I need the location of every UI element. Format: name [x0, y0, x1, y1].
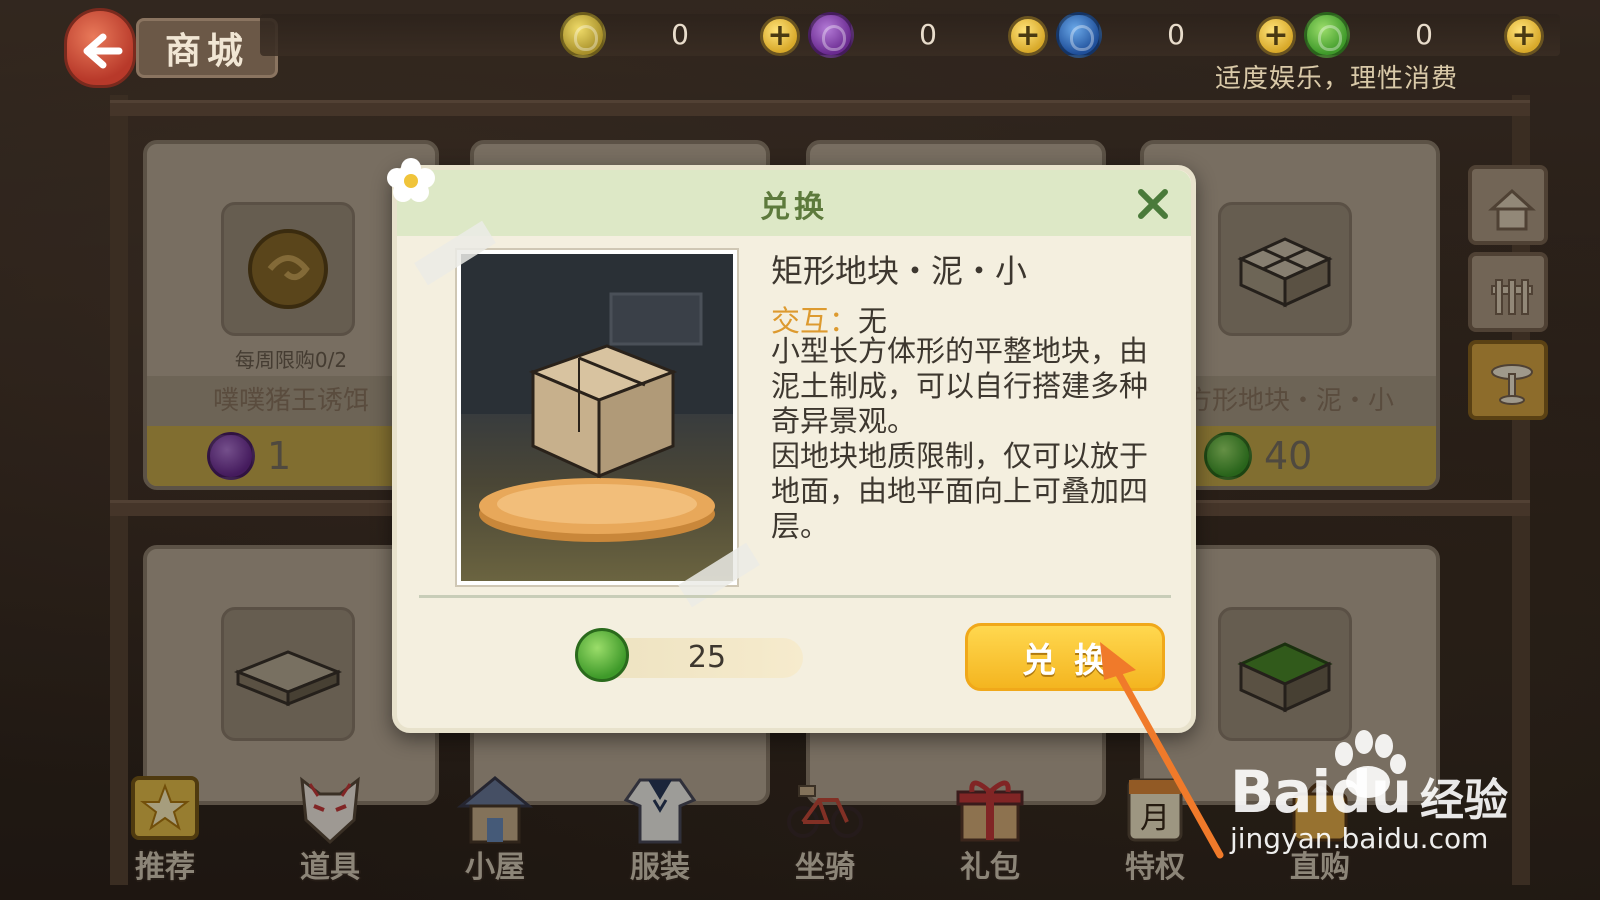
watermark-brand: Baidu	[1230, 758, 1412, 826]
exchange-dialog: 兑换 矩形地块・泥・小 交互：无 小型长方体形的平整地块，由泥土制成，可以自行搭…	[387, 158, 1196, 733]
add-green-currency-button[interactable]: +	[1504, 16, 1544, 56]
add-yellow-currency-button[interactable]: +	[760, 16, 800, 56]
page-title: 商城	[136, 18, 278, 78]
interaction-value: 无	[858, 304, 888, 338]
watermark-url: jingyan.baidu.com	[1230, 822, 1489, 855]
item-title: 矩形地块・泥・小	[771, 252, 1028, 290]
currency-blue: 0 +	[1056, 12, 1301, 58]
currency-value: 0	[919, 18, 937, 51]
moderation-notice: 适度娱乐，理性消费	[1215, 64, 1459, 94]
baidu-watermark: Baidu 经验 jingyan.baidu.com	[1230, 730, 1570, 860]
currency-purple: 0 +	[808, 12, 1053, 58]
purple-cabbage-coin-icon	[808, 12, 854, 58]
item-description: 小型长方体形的平整地块，由泥土制成，可以自行搭建多种奇异景观。 因地块地质限制，…	[771, 334, 1171, 544]
watermark-suffix: 经验	[1420, 775, 1508, 826]
yellow-leaf-coin-icon	[560, 12, 606, 58]
currency-value: 0	[671, 18, 689, 51]
description-paragraph: 因地块地质限制，仅可以放于地面，由地平面向上可叠加四层。	[771, 439, 1149, 543]
dialog-header: 兑换	[397, 170, 1191, 236]
description-paragraph: 小型长方体形的平整地块，由泥土制成，可以自行搭建多种奇异景观。	[771, 334, 1149, 438]
annotation-arrow-icon	[1100, 642, 1224, 859]
close-button[interactable]	[1135, 186, 1171, 222]
interaction-label: 交互：	[771, 304, 859, 338]
add-purple-currency-button[interactable]: +	[1008, 16, 1048, 56]
blue-cabbage-coin-icon	[1056, 12, 1102, 58]
item-preview	[457, 250, 737, 585]
back-arrow-icon	[83, 33, 123, 69]
currency-yellow: 0 +	[560, 12, 805, 58]
cost-value: 25	[687, 640, 727, 675]
green-cabbage-coin-icon	[1304, 12, 1350, 58]
close-icon	[1138, 189, 1168, 219]
currency-value: 0	[1167, 18, 1185, 51]
currency-value: 0	[1415, 18, 1433, 51]
green-cabbage-coin-icon	[575, 628, 629, 682]
currency-green: 0 +	[1304, 12, 1549, 58]
flower-decoration-icon	[387, 158, 435, 202]
dialog-title: 兑换	[760, 190, 828, 225]
dialog-divider	[419, 595, 1171, 598]
back-button[interactable]	[64, 8, 136, 88]
top-bar: 商城 0 + 0 + 0 + 0 + 适度娱乐，理性消费	[0, 0, 1600, 95]
mud-plot-preview-image	[461, 254, 733, 542]
add-blue-currency-button[interactable]: +	[1256, 16, 1296, 56]
